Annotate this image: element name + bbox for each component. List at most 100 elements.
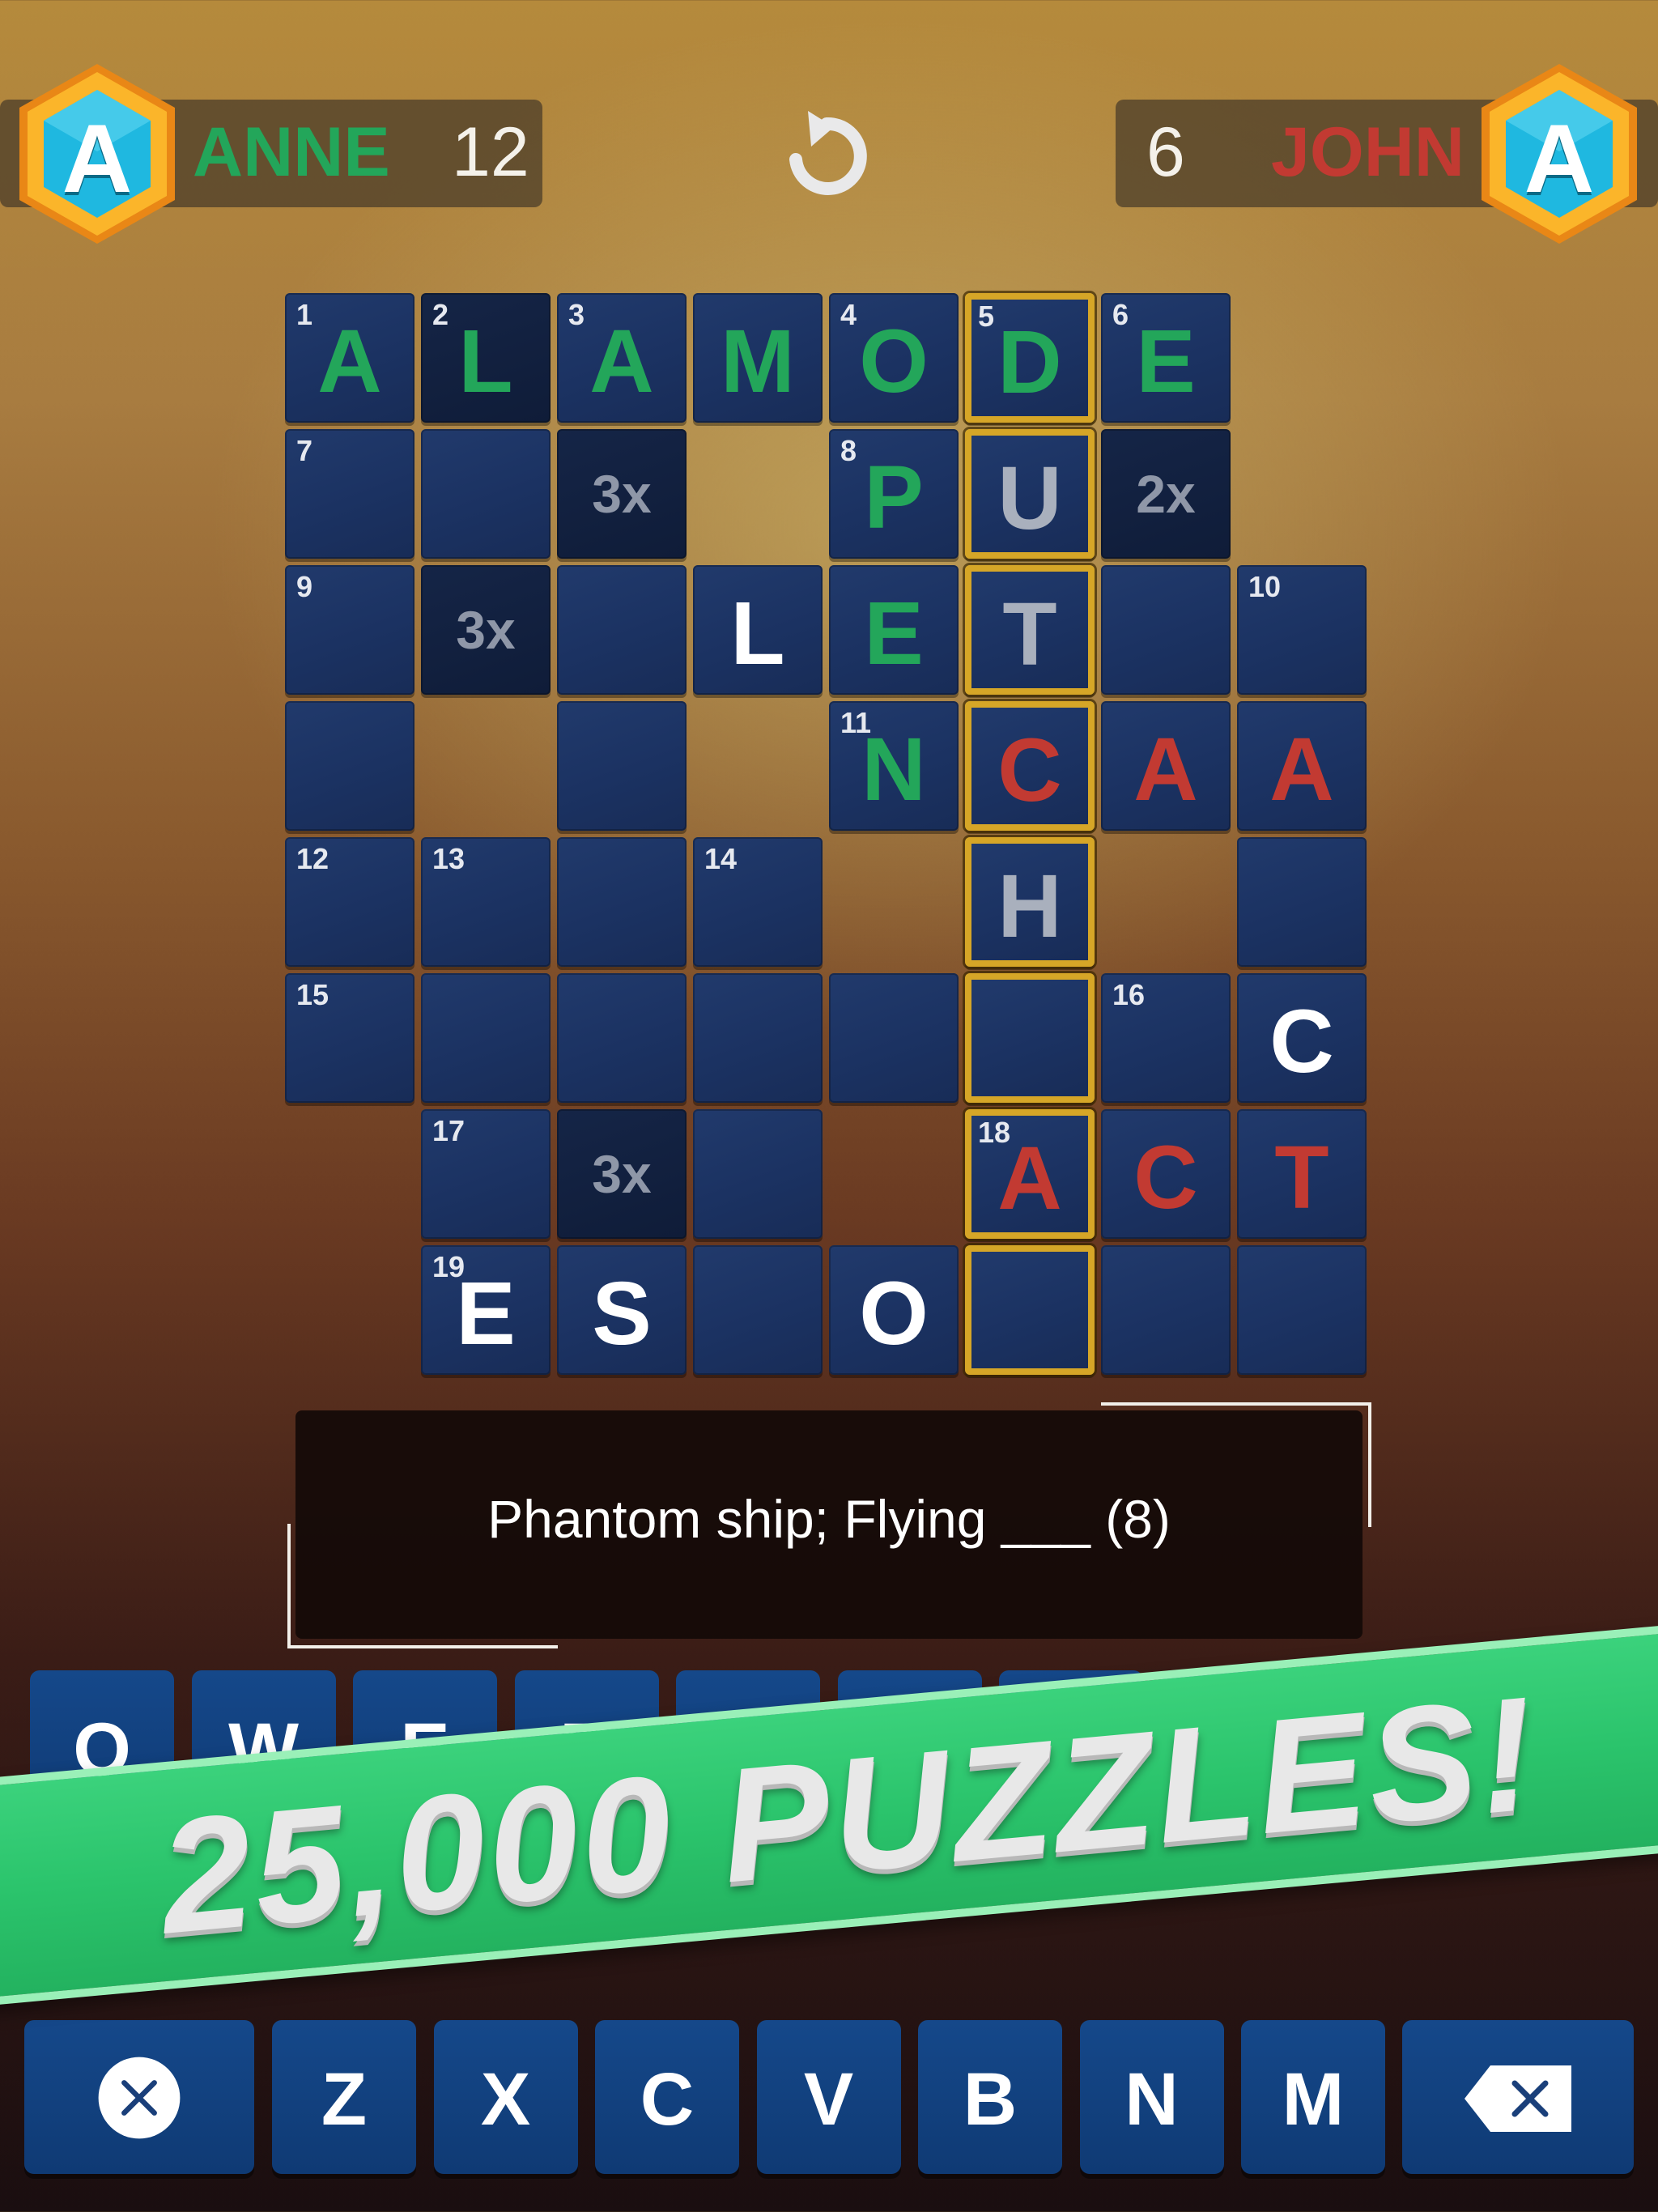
grid-cell[interactable]: 3x xyxy=(557,429,687,559)
key-z[interactable]: Z xyxy=(272,2020,416,2174)
grid-cell[interactable]: A xyxy=(1237,701,1367,831)
clue-number: 7 xyxy=(296,434,313,467)
score-multiplier: 3x xyxy=(456,600,516,660)
grid-cell[interactable]: 16 xyxy=(1101,973,1231,1103)
backspace-button[interactable] xyxy=(1402,2020,1634,2174)
grid-cell-selected[interactable]: H xyxy=(965,837,1095,967)
grid-cell[interactable]: 3x xyxy=(421,565,551,695)
left-player-name: ANNE xyxy=(193,113,390,191)
grid-cell[interactable]: 3A xyxy=(557,293,687,423)
clear-button[interactable] xyxy=(24,2020,254,2174)
grid-cell-selected[interactable]: C xyxy=(965,701,1095,831)
cell-letter: S xyxy=(592,1264,652,1363)
cell-letter: A xyxy=(1133,720,1198,819)
undo-icon xyxy=(789,111,867,195)
grid-cell[interactable]: A xyxy=(1101,701,1231,831)
grid-cell[interactable]: 14 xyxy=(693,837,823,967)
clue-number: 17 xyxy=(432,1114,466,1147)
grid-cell-selected[interactable] xyxy=(965,1245,1095,1375)
cell-letter: A xyxy=(589,312,654,411)
grid-cell[interactable] xyxy=(557,973,687,1103)
cell-letter: E xyxy=(456,1264,516,1363)
clue-number: 12 xyxy=(296,842,329,875)
grid-cell[interactable] xyxy=(1101,565,1231,695)
grid-cell[interactable]: 9 xyxy=(285,565,414,695)
grid-cell[interactable]: S xyxy=(557,1245,687,1375)
grid-cell-selected[interactable]: U xyxy=(965,429,1095,559)
cell-letter: N xyxy=(861,720,926,819)
grid-cell[interactable] xyxy=(421,429,551,559)
grid-cell[interactable] xyxy=(1101,1245,1231,1375)
grid-cell[interactable] xyxy=(557,565,687,695)
grid-cell[interactable]: 4O xyxy=(829,293,959,423)
cell-letter: O xyxy=(859,1264,929,1363)
clue-number: 10 xyxy=(1248,570,1282,603)
grid-cell[interactable]: 2L xyxy=(421,293,551,423)
grid-cell-selected[interactable]: 5D xyxy=(965,293,1095,423)
grid-cell[interactable]: 7 xyxy=(285,429,414,559)
grid-cell[interactable] xyxy=(693,973,823,1103)
cell-letter: P xyxy=(864,448,924,547)
right-badge-letter: A xyxy=(1524,104,1595,213)
grid-cell[interactable] xyxy=(1237,1245,1367,1375)
grid-cell[interactable]: O xyxy=(829,1245,959,1375)
cell-letter: U xyxy=(997,449,1062,548)
left-player-score: 12 xyxy=(452,113,529,191)
cell-letter: O xyxy=(859,312,929,411)
grid-cell[interactable] xyxy=(557,837,687,967)
key-c[interactable]: C xyxy=(595,2020,739,2174)
score-multiplier: 3x xyxy=(592,1144,652,1204)
grid-cell[interactable]: 11 N xyxy=(829,701,959,831)
grid-cell[interactable]: 3x xyxy=(557,1109,687,1239)
grid-cell[interactable]: T xyxy=(1237,1109,1367,1239)
clue-number: 9 xyxy=(296,570,313,603)
grid-cell[interactable]: 10 xyxy=(1237,565,1367,695)
key-n[interactable]: N xyxy=(1079,2020,1224,2174)
right-player-score: 6 xyxy=(1146,113,1185,191)
grid-cell[interactable]: C xyxy=(1101,1109,1231,1239)
grid-cell[interactable]: 15 xyxy=(285,973,414,1103)
cell-letter: H xyxy=(997,857,1062,956)
grid-cell[interactable] xyxy=(693,1109,823,1239)
cell-letter: L xyxy=(458,312,513,411)
right-player-badge: A xyxy=(1478,61,1640,247)
grid-cell[interactable] xyxy=(421,973,551,1103)
key-x[interactable]: X xyxy=(433,2020,578,2174)
right-player-name: JOHN xyxy=(1271,113,1465,191)
key-b[interactable]: B xyxy=(918,2020,1062,2174)
grid-cell[interactable]: 6E xyxy=(1101,293,1231,423)
undo-button[interactable] xyxy=(782,109,871,198)
grid-cell[interactable]: 13 xyxy=(421,837,551,967)
key-m[interactable]: M xyxy=(1241,2020,1385,2174)
grid-cell[interactable]: M xyxy=(693,293,823,423)
cell-letter: C xyxy=(1269,992,1334,1091)
cell-letter: A xyxy=(317,312,382,411)
clear-circle-x-icon xyxy=(98,2057,181,2139)
grid-cell-selected[interactable]: T xyxy=(965,565,1095,695)
grid-cell[interactable] xyxy=(829,973,959,1103)
grid-cell[interactable]: E xyxy=(829,565,959,695)
grid-cell[interactable]: 12 xyxy=(285,837,414,967)
grid-cell[interactable]: C xyxy=(1237,973,1367,1103)
grid-cell[interactable]: 17 xyxy=(421,1109,551,1239)
key-v[interactable]: V xyxy=(756,2020,901,2174)
grid-cell-selected[interactable]: 18 A xyxy=(965,1109,1095,1239)
score-multiplier: 3x xyxy=(592,464,652,524)
left-badge-letter: A xyxy=(62,104,133,213)
grid-cell[interactable]: 1A xyxy=(285,293,414,423)
cell-letter: L xyxy=(730,584,785,683)
grid-cell[interactable] xyxy=(285,701,414,831)
grid-cell[interactable] xyxy=(1237,837,1367,967)
grid-cell[interactable]: 2x xyxy=(1101,429,1231,559)
grid-cell[interactable]: 19 E xyxy=(421,1245,551,1375)
clue-panel: Phantom ship; Flying ___ (8) xyxy=(295,1410,1363,1639)
grid-cell[interactable] xyxy=(557,701,687,831)
grid-cell[interactable]: 8P xyxy=(829,429,959,559)
clue-number: 15 xyxy=(296,978,329,1011)
grid-cell[interactable]: L xyxy=(693,565,823,695)
grid-cell[interactable] xyxy=(693,1245,823,1375)
grid-cell-selected[interactable] xyxy=(965,973,1095,1103)
left-player-badge: A xyxy=(16,61,178,247)
cell-letter: T xyxy=(1002,585,1057,684)
clue-number: 16 xyxy=(1112,978,1146,1011)
